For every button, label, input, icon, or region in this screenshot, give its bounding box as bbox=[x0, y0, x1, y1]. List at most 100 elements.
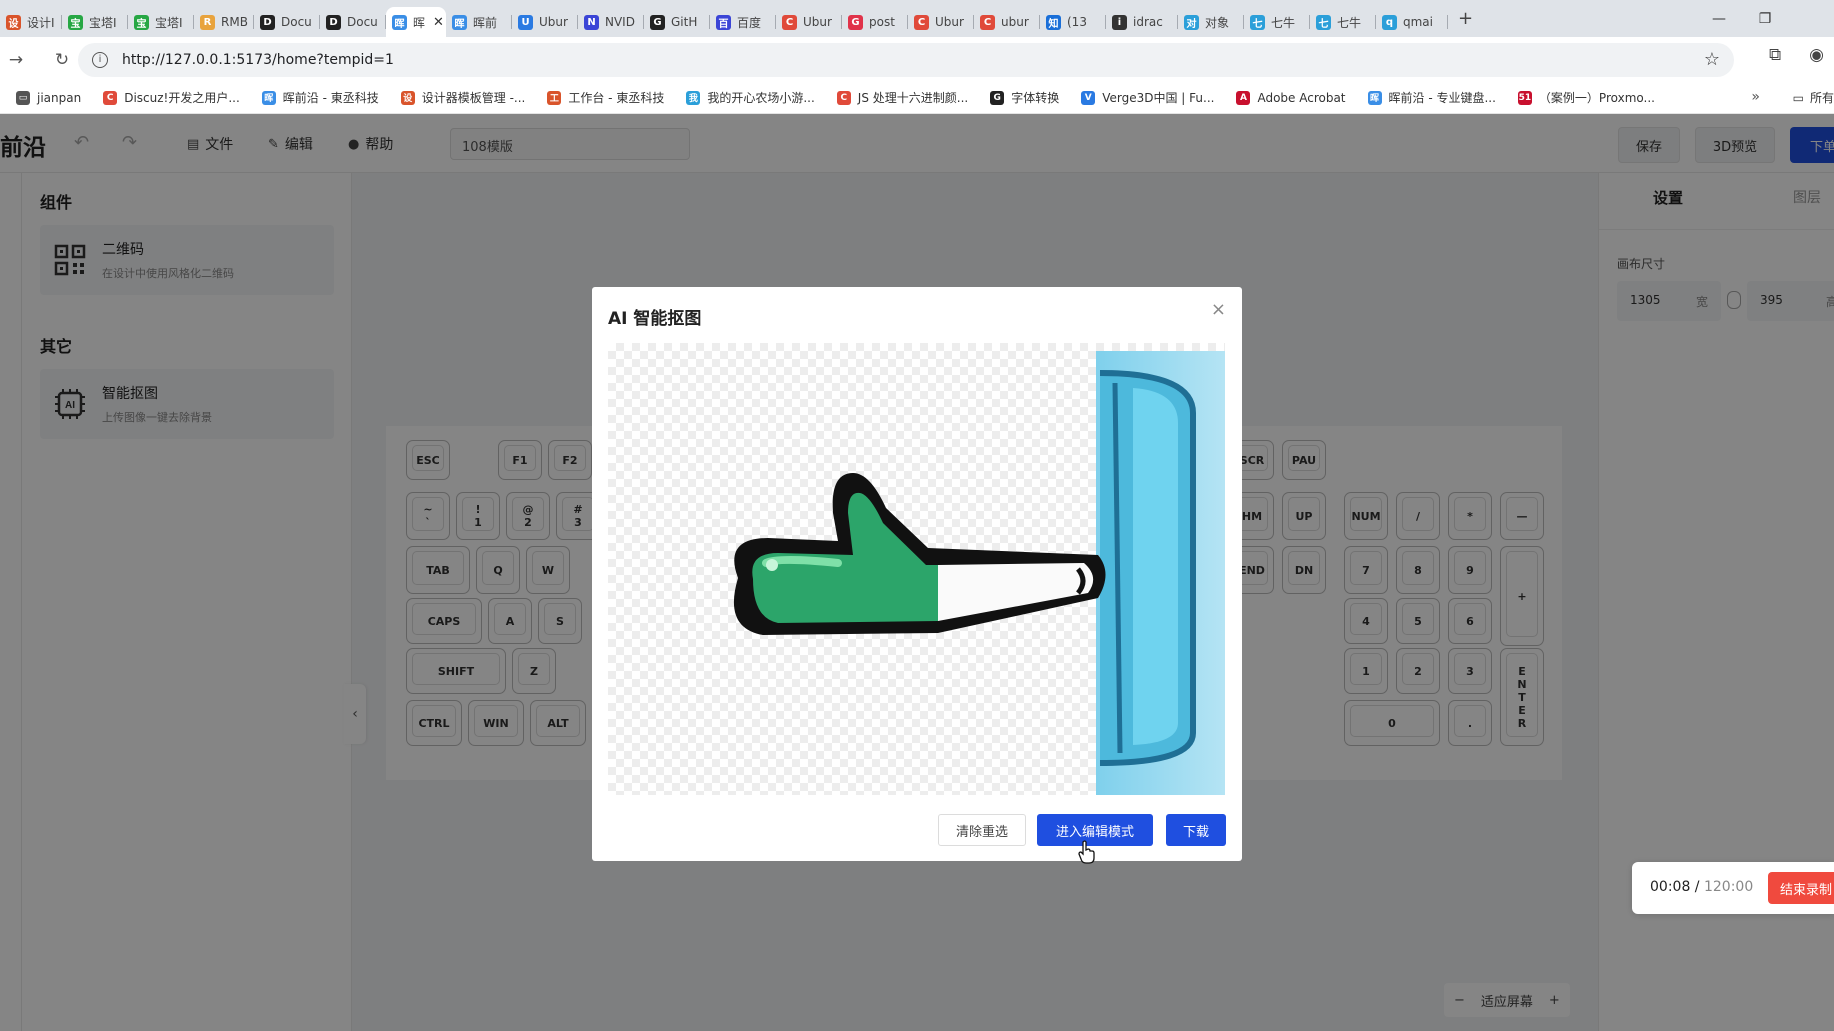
browser-tab[interactable]: 七七牛 bbox=[1244, 7, 1310, 37]
tab-favicon-icon: D bbox=[326, 14, 341, 30]
bookmark-favicon-icon: 晖 bbox=[261, 90, 276, 105]
browser-tab[interactable]: 七七牛 bbox=[1310, 7, 1376, 37]
browser-tab[interactable]: G GitH bbox=[644, 7, 710, 37]
browser-tab[interactable]: 晖晖前 bbox=[446, 7, 512, 37]
toolbar-icons: ⧉ ◉ bbox=[1769, 45, 1824, 65]
bookmark-item[interactable]: 晖晖前沿 - 東丞科技 bbox=[261, 89, 379, 106]
matting-preview bbox=[608, 343, 1225, 795]
browser-tab[interactable]: 设设计I bbox=[0, 7, 62, 37]
bookmark-item[interactable]: ▭ jianpan bbox=[16, 90, 81, 105]
all-bookmarks-folder[interactable]: ▭ 所有 bbox=[1793, 89, 1834, 106]
tab-label: Ubur bbox=[935, 15, 964, 29]
tab-label: 晖前 bbox=[473, 15, 498, 30]
bookmark-favicon-icon: 设 bbox=[400, 90, 415, 105]
tab-favicon-icon: 设 bbox=[6, 14, 21, 30]
reload-icon[interactable]: ↻ bbox=[50, 50, 74, 70]
tab-list: 设设计I 宝宝塔I 宝宝塔I R RMB D Docu D Docu 晖晖 ✕ 晖晖前 U Ubur N NV… bbox=[0, 0, 1448, 37]
url-text: http://127.0.0.1:5173/home?tempid=1 bbox=[122, 52, 394, 68]
tab-favicon-icon: i bbox=[1112, 14, 1127, 30]
hand-cursor-icon bbox=[1078, 840, 1095, 864]
bookmark-item[interactable]: 设设计器模板管理 -... bbox=[400, 89, 525, 106]
close-tab-icon[interactable]: ✕ bbox=[433, 15, 444, 30]
all-bookmarks-label: 所有 bbox=[1809, 91, 1834, 105]
browser-tab[interactable]: 宝宝塔I bbox=[62, 7, 128, 37]
recording-widget: 00:08 / 120:00 结束录制 bbox=[1632, 862, 1834, 914]
browser-tab[interactable]: C Ubur bbox=[776, 7, 842, 37]
bookmark-favicon-icon: 晖 bbox=[1367, 90, 1382, 105]
bookmark-item[interactable]: 51 （案例一）Proxmo... bbox=[1517, 89, 1655, 106]
tab-favicon-icon: D bbox=[260, 14, 275, 30]
tab-label: 七牛 bbox=[1337, 15, 1362, 30]
bookmark-favicon-icon: 工 bbox=[547, 90, 562, 105]
forward-icon[interactable]: → bbox=[4, 50, 28, 70]
browser-tab[interactable]: Cubur bbox=[974, 7, 1040, 37]
browser-tab[interactable]: Gpost bbox=[842, 7, 908, 37]
tab-favicon-icon: 晖 bbox=[392, 14, 407, 30]
browser-tab[interactable]: U Ubur bbox=[512, 7, 578, 37]
tab-label: 设计I bbox=[27, 15, 55, 30]
tab-label: RMB bbox=[221, 15, 248, 29]
bookmarks-more-icon[interactable]: » bbox=[1751, 89, 1760, 105]
bookmark-item[interactable]: C JS 处理十六进制颜... bbox=[836, 89, 969, 106]
dialog-title: AI 智能抠图 bbox=[608, 309, 702, 329]
cutout-image bbox=[733, 351, 1225, 795]
recording-timer: 00:08 / 120:00 bbox=[1650, 879, 1754, 895]
browser-tab[interactable]: q qmai bbox=[1376, 7, 1448, 37]
tab-favicon-icon: C bbox=[980, 14, 995, 30]
bookmark-item[interactable]: C Discuz!开发之用户... bbox=[103, 89, 240, 106]
bookmark-star-icon[interactable]: ☆ bbox=[1704, 49, 1720, 70]
browser-tab[interactable]: 宝宝塔I bbox=[128, 7, 194, 37]
site-info-icon[interactable]: i bbox=[92, 52, 108, 68]
close-icon[interactable]: × bbox=[1211, 299, 1226, 320]
tab-favicon-icon: q bbox=[1382, 14, 1397, 30]
bookmark-item[interactable]: 工工作台 - 東丞科技 bbox=[547, 89, 664, 106]
bookmark-favicon-icon: ▭ bbox=[16, 90, 30, 105]
bookmark-favicon-icon: V bbox=[1081, 90, 1096, 105]
bookmark-item[interactable]: V Verge3D中国 | Fu... bbox=[1081, 89, 1214, 106]
browser-tab[interactable]: R RMB bbox=[194, 7, 254, 37]
recording-elapsed: 00:08 bbox=[1650, 879, 1691, 895]
browser-tab[interactable]: 知 (13 bbox=[1040, 7, 1106, 37]
extensions-icon[interactable]: ⧉ bbox=[1769, 45, 1781, 65]
bookmark-item[interactable]: 我我的开心农场小游... bbox=[686, 89, 815, 106]
browser-tab[interactable]: 晖晖 ✕ bbox=[386, 7, 446, 37]
browser-tab[interactable]: D Docu bbox=[320, 7, 386, 37]
tab-label: (13 bbox=[1067, 15, 1087, 29]
tab-favicon-icon: 百 bbox=[716, 14, 731, 30]
bookmark-favicon-icon: C bbox=[103, 90, 118, 105]
profile-icon[interactable]: ◉ bbox=[1809, 45, 1824, 65]
restore-icon[interactable]: ❐ bbox=[1742, 11, 1788, 27]
bookmark-label: JS 处理十六进制颜... bbox=[857, 91, 969, 105]
tab-label: 宝塔I bbox=[89, 15, 117, 30]
clear-reselect-button[interactable]: 清除重选 bbox=[938, 814, 1026, 846]
bookmark-label: Discuz!开发之用户... bbox=[124, 91, 240, 105]
tab-label: 七牛 bbox=[1271, 15, 1296, 30]
minimize-icon[interactable]: — bbox=[1696, 11, 1742, 27]
bookmark-label: 工作台 - 東丞科技 bbox=[568, 91, 665, 105]
browser-tab-strip: 设设计I 宝宝塔I 宝宝塔I R RMB D Docu D Docu 晖晖 ✕ 晖晖前 U Ubur N NV… bbox=[0, 0, 1834, 37]
bookmark-item[interactable]: G 字体转换 bbox=[990, 89, 1059, 106]
bookmark-item[interactable]: 晖晖前沿 - 专业键盘... bbox=[1367, 89, 1496, 106]
browser-tab[interactable]: 百百度 bbox=[710, 7, 776, 37]
browser-tab[interactable]: i idrac bbox=[1106, 7, 1178, 37]
browser-tab[interactable]: D Docu bbox=[254, 7, 320, 37]
browser-tab[interactable]: 对对象 bbox=[1178, 7, 1244, 37]
tab-label: Ubur bbox=[539, 15, 568, 29]
new-tab-icon[interactable]: + bbox=[1458, 8, 1473, 29]
tab-label: GitH bbox=[671, 15, 698, 29]
tab-label: Docu bbox=[281, 15, 312, 29]
browser-tab[interactable]: N NVID bbox=[578, 7, 644, 37]
bookmark-list: ▭ jianpan C Discuz!开发之用户... 晖晖前沿 - 東丞科技 设设计器模… bbox=[16, 89, 1677, 106]
download-button[interactable]: 下载 bbox=[1166, 814, 1226, 846]
tab-label: Docu bbox=[347, 15, 378, 29]
bookmark-item[interactable]: A Adobe Acrobat bbox=[1236, 90, 1346, 105]
stop-recording-button[interactable]: 结束录制 bbox=[1768, 872, 1834, 904]
tab-favicon-icon: C bbox=[914, 14, 929, 30]
tab-label: 对象 bbox=[1205, 15, 1230, 30]
browser-tab[interactable]: C Ubur bbox=[908, 7, 974, 37]
bookmark-label: Verge3D中国 | Fu... bbox=[1102, 91, 1215, 105]
tab-label: qmai bbox=[1403, 15, 1433, 29]
url-input[interactable]: i http://127.0.0.1:5173/home?tempid=1 ☆ bbox=[78, 43, 1734, 77]
bookmark-favicon-icon: A bbox=[1236, 90, 1251, 105]
address-bar-row: → ↻ i http://127.0.0.1:5173/home?tempid=… bbox=[0, 37, 1834, 82]
